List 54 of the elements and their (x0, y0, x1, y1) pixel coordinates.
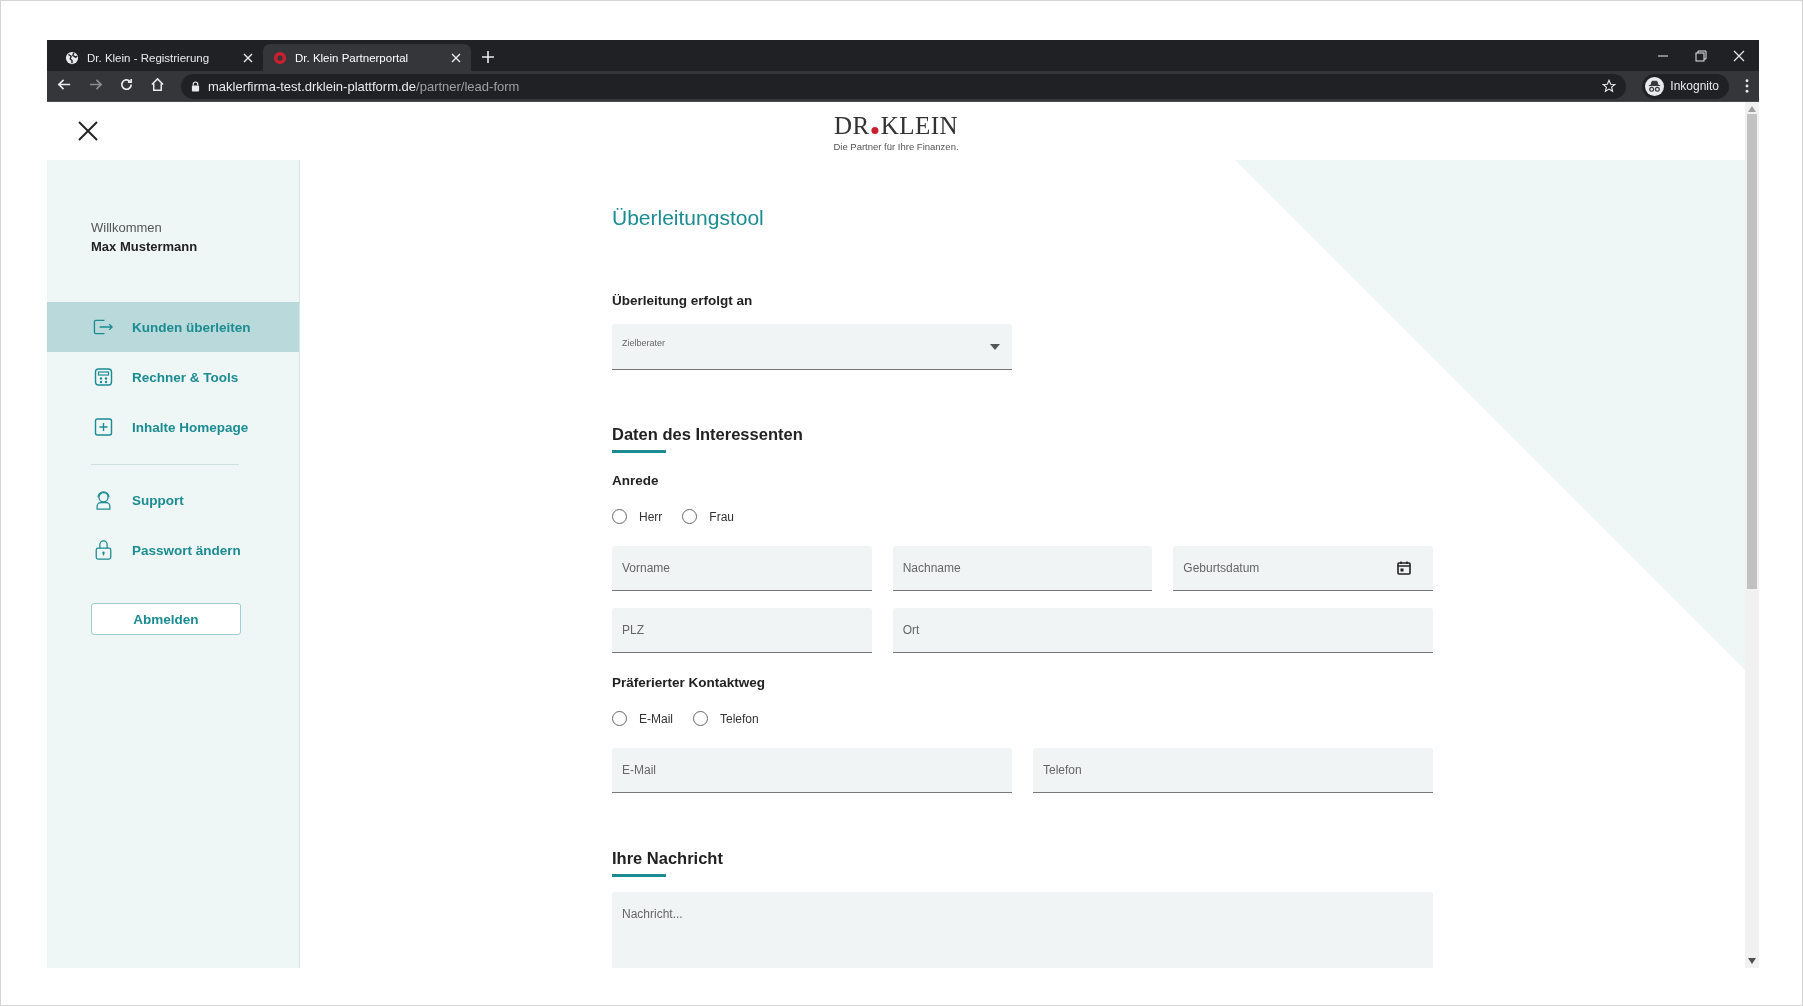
section-heading: Ihre Nachricht (612, 849, 723, 868)
sidebar-item[interactable]: Support (47, 475, 299, 525)
sidebar-item[interactable]: Rechner & Tools (47, 352, 299, 402)
restore-icon[interactable] (1695, 49, 1707, 62)
headset-icon (93, 490, 114, 510)
input-field[interactable]: PLZ (612, 608, 872, 653)
input-field[interactable]: Ort (892, 608, 1433, 653)
brand-icon (273, 50, 287, 65)
logo-text: KLEIN (880, 112, 959, 140)
input-field[interactable]: Vorname (612, 546, 872, 591)
browser-tab[interactable]: Dr. Klein - Registrierung (55, 44, 263, 71)
calculator-icon (93, 367, 114, 387)
section-heading: Daten des Interessenten (612, 425, 803, 444)
caret-icon (990, 344, 1000, 350)
logo-dot-icon (871, 127, 879, 134)
input-field[interactable]: Geburtsdatum (1173, 546, 1433, 591)
field-label: Überleitung erfolgt an (612, 293, 754, 308)
logo-text: DR (833, 112, 870, 140)
logo-tagline: Die Partner für Ihre Finanzen. (833, 141, 959, 152)
home-icon[interactable] (150, 76, 165, 92)
scrollbar[interactable] (1745, 102, 1759, 968)
page-title: Überleitungstool (612, 206, 765, 230)
logout-button[interactable]: Abmelden (91, 603, 241, 635)
scroll-down-icon[interactable] (1748, 958, 1756, 964)
exit-arrow-icon (93, 317, 114, 337)
radio-option[interactable]: Frau (682, 509, 735, 524)
message-field[interactable]: Nachricht... (612, 892, 1433, 968)
field-label: Anrede (612, 473, 660, 488)
user-name: Max Mustermann (90, 239, 199, 254)
menu-icon[interactable] (1745, 79, 1749, 93)
address-bar[interactable]: maklerfirma-test.drklein-plattform.de/partner/lead-form (181, 73, 1627, 99)
lock-icon (93, 540, 114, 560)
advisor-dropdown[interactable]: Zielberater (612, 324, 1012, 370)
globe-icon (65, 50, 79, 65)
plus-box-icon (93, 417, 114, 437)
input-field[interactable]: Nachname (892, 546, 1153, 591)
input-field[interactable]: Telefon (1033, 748, 1433, 793)
radio-option[interactable]: Telefon (693, 711, 759, 726)
sidebar-item[interactable]: Passwort ändern (47, 525, 299, 575)
sidebar-item[interactable]: Inhalte Homepage (47, 402, 299, 452)
lock-icon (191, 80, 200, 92)
greeting: Willkommen (90, 220, 163, 235)
incognito-icon (1645, 76, 1665, 96)
reload-icon[interactable] (119, 76, 134, 92)
field-label: Präferierter Kontaktweg (612, 675, 767, 690)
radio-option[interactable]: Herr (612, 509, 663, 524)
radio-option[interactable]: E-Mail (612, 711, 673, 726)
close-icon[interactable] (77, 120, 99, 142)
calendar-icon[interactable] (1397, 561, 1411, 575)
plus-icon[interactable] (481, 50, 495, 64)
star-icon[interactable] (1602, 79, 1617, 93)
browser-tab[interactable]: Dr. Klein Partnerportal (263, 44, 471, 71)
input-field[interactable]: E-Mail (612, 748, 1012, 793)
profile-button[interactable]: Inkognito (1642, 73, 1729, 99)
